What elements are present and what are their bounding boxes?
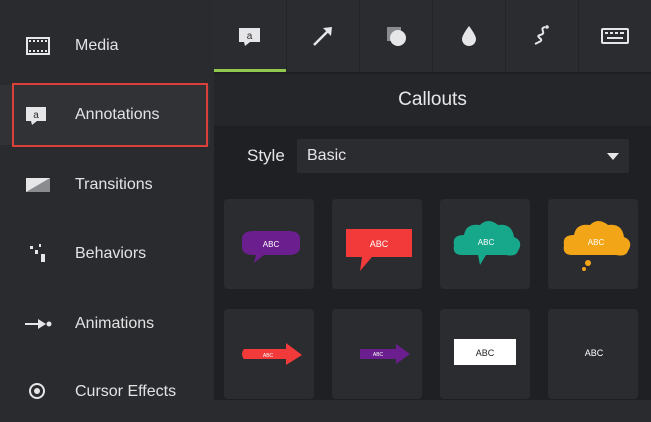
keyboard-icon <box>601 28 629 44</box>
callout-tile-text-only[interactable]: ABC <box>548 309 638 399</box>
sidebar-item-behaviors[interactable]: Behaviors <box>0 224 210 284</box>
tile-text: ABC <box>476 348 495 358</box>
film-icon <box>24 34 52 58</box>
sidebar-item-label: Media <box>75 37 119 54</box>
callout-tile-thought-cloud[interactable]: ABC <box>548 199 638 289</box>
style-dropdown[interactable]: Basic <box>297 139 629 173</box>
chevron-down-icon <box>607 153 619 160</box>
tab-keystroke[interactable] <box>579 0 651 72</box>
sidebar: Media a Annotations Transitions Behavior… <box>0 0 210 400</box>
style-dropdown-value: Basic <box>307 147 347 164</box>
animation-arrow-icon <box>24 312 52 336</box>
tile-text: ABC <box>263 353 274 359</box>
sidebar-item-label: Animations <box>75 315 155 332</box>
sketch-motion-icon <box>534 25 549 45</box>
transition-icon <box>24 173 52 197</box>
callout-icon: a <box>239 28 260 46</box>
svg-text:a: a <box>247 31 253 42</box>
callout-tile-purple-arrow[interactable]: ABC <box>332 309 422 399</box>
tab-sketch-motion[interactable] <box>506 0 578 72</box>
sidebar-item-label: Cursor Effects <box>75 383 177 400</box>
callout-tile-speech-bubble[interactable]: ABC <box>224 199 314 289</box>
sidebar-item-label: Transitions <box>75 176 153 193</box>
section-title: Callouts <box>214 74 651 126</box>
sidebar-item-cursor-effects[interactable]: Cursor Effects <box>0 362 210 422</box>
sidebar-item-media[interactable]: Media <box>0 16 210 76</box>
shape-icon <box>387 27 406 46</box>
annotation-tab-bar: a <box>214 0 651 72</box>
style-row: Style Basic <box>214 126 651 186</box>
tile-text: ABC <box>373 352 384 358</box>
tab-callouts[interactable]: a <box>214 0 286 72</box>
tile-text: ABC <box>370 239 389 249</box>
sidebar-item-animations[interactable]: Animations <box>0 294 210 354</box>
callout-tile-rect-bubble[interactable]: ABC <box>332 199 422 289</box>
tab-blur-highlight[interactable] <box>433 0 505 72</box>
arrow-icon <box>313 27 332 46</box>
callout-tile-cloud[interactable]: ABC <box>440 199 530 289</box>
sidebar-item-transitions[interactable]: Transitions <box>0 155 210 215</box>
tile-text: ABC <box>588 238 605 247</box>
cursor-effects-icon <box>24 380 52 404</box>
style-label: Style <box>247 146 285 165</box>
behaviors-icon <box>24 242 52 266</box>
tab-arrows[interactable] <box>287 0 359 72</box>
tile-text: ABC <box>478 238 495 247</box>
annotations-panel: a Callouts Style Basic ABC ABC ABC ABC A… <box>214 0 651 400</box>
tile-text: ABC <box>585 348 604 358</box>
tab-shapes[interactable] <box>360 0 432 72</box>
blur-drop-icon <box>462 26 476 46</box>
callout-tile-text-box[interactable]: ABC <box>440 309 530 399</box>
tile-text: ABC <box>263 240 280 249</box>
sidebar-item-label: Behaviors <box>75 245 147 262</box>
callout-tile-red-arrow[interactable]: ABC <box>224 309 314 399</box>
selection-highlight <box>12 83 208 147</box>
